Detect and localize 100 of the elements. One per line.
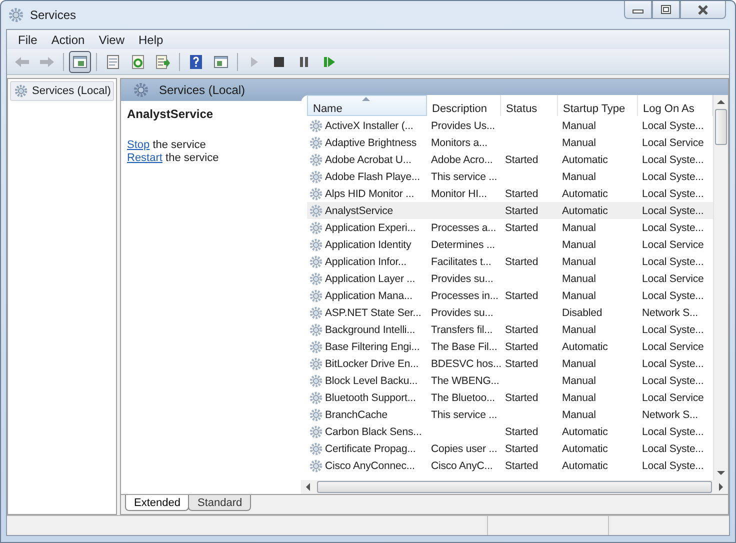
- log-on-as-cell: Local Service: [642, 238, 704, 250]
- name-cell: Application Mana...: [325, 290, 412, 302]
- gear-icon: [309, 136, 323, 150]
- service-row[interactable]: Block Level Backu... The WBENG... Manual Local Syste...: [307, 372, 713, 389]
- action-sentence: Stop the service: [127, 139, 207, 152]
- startup-type-cell: Manual: [562, 324, 596, 336]
- description-cell: This service ...: [431, 408, 498, 420]
- gear-icon: [309, 220, 323, 234]
- name-cell: Application Layer ...: [325, 272, 416, 284]
- description-cell: Determines ...: [431, 238, 495, 250]
- name-cell: Application Infor...: [325, 256, 406, 268]
- close-button[interactable]: [680, 1, 726, 19]
- service-row[interactable]: Cisco AnyConnec... Cisco AnyC... Started Automatic Local Syste...: [307, 457, 713, 474]
- status-cell: Started: [505, 442, 538, 454]
- column-header[interactable]: Description: [427, 95, 501, 116]
- service-row[interactable]: AnalystService Started Automatic Local Syste...: [307, 202, 713, 219]
- console-tree-button[interactable]: [69, 50, 91, 72]
- action-link[interactable]: Restart: [127, 152, 162, 164]
- menu-item[interactable]: File: [11, 32, 44, 46]
- tree-label: Services (Local): [32, 85, 111, 97]
- maximize-button[interactable]: [652, 1, 680, 19]
- description-cell: Provides su...: [431, 272, 494, 284]
- startup-type-cell: Manual: [562, 222, 596, 234]
- service-row[interactable]: BranchCache This service ... Manual Network S...: [307, 406, 713, 423]
- menu-item[interactable]: Help: [132, 32, 170, 46]
- log-on-as-cell: Local Syste...: [642, 120, 704, 132]
- log-on-as-cell: Local Syste...: [642, 188, 704, 200]
- service-row[interactable]: Bluetooth Support... The Bluetoo... Started Manual Local Service: [307, 389, 713, 406]
- service-row[interactable]: ActiveX Installer (... Provides Us... Manual Local Syste...: [307, 117, 713, 134]
- gear-icon: [309, 390, 323, 404]
- service-row[interactable]: Base Filtering Engi... The Base Fil... Started Automatic Local Service: [307, 338, 713, 355]
- service-row[interactable]: Application Layer ... Provides su... Manual Local Service: [307, 270, 713, 287]
- description-cell: Cisco AnyC...: [431, 460, 493, 472]
- service-title: AnalystService: [127, 107, 214, 121]
- name-cell: Adobe Acrobat U...: [325, 154, 412, 166]
- refresh-icon: [130, 54, 146, 70]
- menu-item[interactable]: View: [92, 32, 132, 46]
- gear-icon: [309, 356, 323, 370]
- gear-icon: [309, 152, 323, 166]
- gear-icon: [309, 204, 323, 218]
- startup-type-cell: Manual: [562, 408, 596, 420]
- view-tab[interactable]: Standard: [188, 495, 252, 511]
- service-row[interactable]: Adobe Flash Playe... This service ... Manual Local Syste...: [307, 168, 713, 185]
- name-cell: Application Experi...: [325, 222, 416, 234]
- name-cell: Block Level Backu...: [325, 374, 418, 386]
- log-on-as-cell: Local Service: [642, 136, 704, 148]
- scroll-left-icon[interactable]: [305, 483, 311, 491]
- scroll-right-icon[interactable]: [718, 483, 724, 491]
- service-row[interactable]: Certificate Propag... Copies user ... Started Automatic Local Syste...: [307, 440, 713, 457]
- status-cell: Started: [505, 460, 538, 472]
- minimize-button[interactable]: [624, 1, 652, 19]
- gear-icon: [309, 238, 323, 252]
- service-row[interactable]: Alps HID Monitor ... Monitor HI... Started Automatic Local Syste...: [307, 185, 713, 202]
- scroll-thumb[interactable]: [317, 481, 712, 493]
- service-row[interactable]: ASP.NET State Ser... Provides su... Disabled Network S...: [307, 304, 713, 321]
- description-cell: The Bluetoo...: [431, 392, 495, 404]
- log-on-as-cell: Local Service: [642, 392, 704, 404]
- window-title: Services: [30, 8, 76, 22]
- startup-type-cell: Manual: [562, 136, 596, 148]
- column-header[interactable]: Name: [307, 95, 427, 116]
- log-on-as-cell: Local Syste...: [642, 256, 704, 268]
- column-header[interactable]: Startup Type: [558, 95, 638, 116]
- view-tab[interactable]: Extended: [125, 495, 190, 511]
- gear-icon: [309, 424, 323, 438]
- service-row[interactable]: Application Infor... Facilitates t... Started Manual Local Syste...: [307, 253, 713, 270]
- log-on-as-cell: Local Syste...: [642, 426, 704, 438]
- name-cell: ASP.NET State Ser...: [325, 306, 422, 318]
- log-on-as-cell: Local Syste...: [642, 154, 704, 166]
- name-cell: Background Intelli...: [325, 324, 416, 336]
- description-cell: Processes a...: [431, 222, 496, 234]
- service-row[interactable]: Application Identity Determines ... Manual Local Service: [307, 236, 713, 253]
- description-cell: Adobe Acro...: [431, 154, 493, 166]
- service-row[interactable]: Carbon Black Sens... Started Automatic Local Syste...: [307, 423, 713, 440]
- service-row[interactable]: Adaptive Brightness Monitors a... Manual Local Service: [307, 134, 713, 151]
- description-cell: The WBENG...: [431, 374, 500, 386]
- service-row[interactable]: BitLocker Drive En... BDESVC hos... Started Manual Local Syste...: [307, 355, 713, 372]
- horizontal-scrollbar[interactable]: [301, 480, 728, 494]
- log-on-as-cell: Local Syste...: [642, 222, 704, 234]
- menu-item[interactable]: Action: [44, 32, 92, 46]
- scroll-up-icon[interactable]: [717, 99, 725, 105]
- tree-item[interactable]: Services (Local): [10, 81, 114, 101]
- description-cell: Provides Us...: [431, 120, 495, 132]
- startup-type-cell: Manual: [562, 374, 596, 386]
- gear-icon: [309, 306, 323, 320]
- column-header[interactable]: Status: [501, 95, 558, 116]
- description-cell: Transfers fil...: [431, 324, 493, 336]
- service-row[interactable]: Application Mana... Processes in... Started Manual Local Syste...: [307, 287, 713, 304]
- log-on-as-cell: Local Syste...: [642, 290, 704, 302]
- gear-icon: [309, 322, 323, 336]
- scroll-thumb[interactable]: [715, 109, 727, 145]
- service-row[interactable]: Application Experi... Processes a... Started Manual Local Syste...: [307, 219, 713, 236]
- scroll-down-icon[interactable]: [717, 470, 725, 476]
- vertical-scrollbar[interactable]: [713, 95, 728, 480]
- export-icon: [155, 54, 171, 70]
- service-row[interactable]: Adobe Acrobat U... Adobe Acro... Started Automatic Local Syste...: [307, 151, 713, 168]
- action-link[interactable]: Stop: [127, 139, 150, 151]
- startup-type-cell: Manual: [562, 272, 596, 284]
- service-row[interactable]: Background Intelli... Transfers fil... Started Manual Local Syste...: [307, 321, 713, 338]
- status-cell: Started: [505, 392, 538, 404]
- name-cell: Application Identity: [325, 238, 412, 250]
